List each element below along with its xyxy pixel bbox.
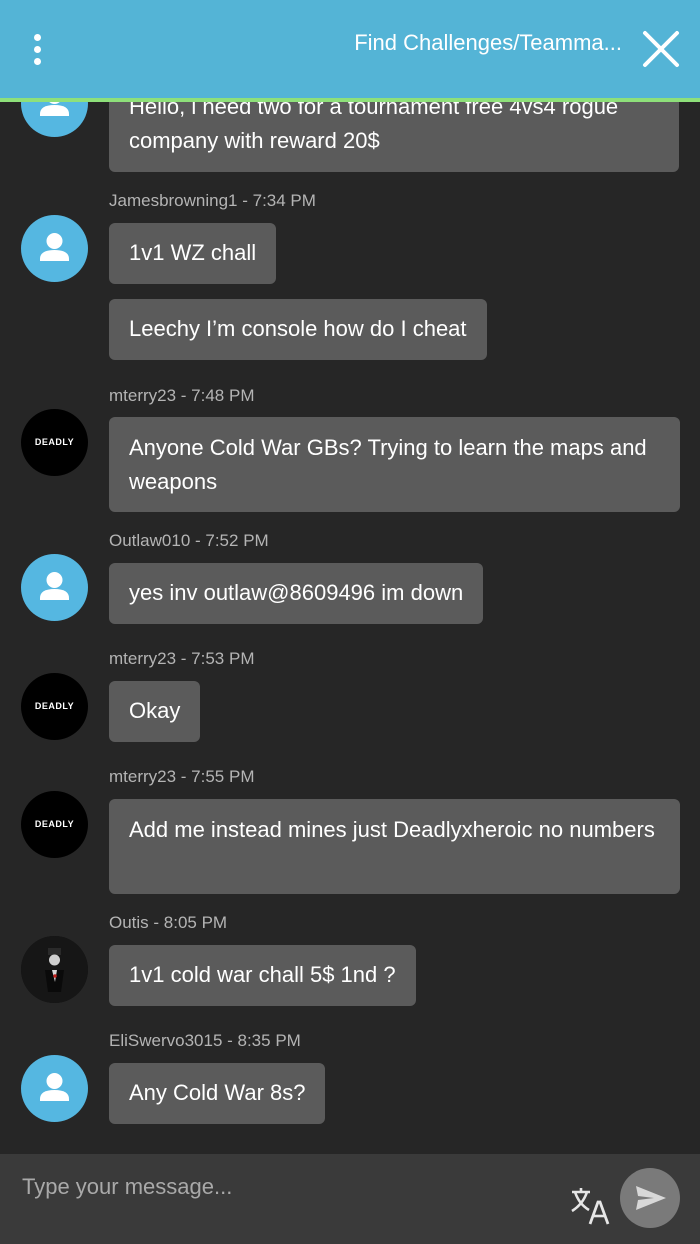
message-bubble[interactable]: yes inv outlaw@8609496 im down (109, 563, 484, 624)
message-bubble[interactable]: Leechy I’m console how do I cheat (109, 299, 487, 360)
message-bubble[interactable]: 1v1 cold war chall 5$ 1nd ? (109, 945, 416, 1006)
user-avatar[interactable]: DEADLY (21, 673, 88, 740)
message-bubble[interactable]: Okay (109, 681, 201, 742)
more-vertical-icon[interactable] (26, 32, 50, 68)
message-author-time: mterry23 - 7:55 PM (109, 767, 255, 786)
message-bubble[interactable]: Add me instead mines just Deadlyxheroic … (109, 799, 680, 894)
person-icon (40, 233, 69, 261)
person-icon (40, 572, 69, 600)
user-avatar[interactable] (21, 936, 88, 1003)
user-avatar[interactable] (21, 554, 88, 621)
person-icon (40, 1073, 69, 1101)
translate-icon[interactable] (568, 1186, 612, 1226)
message-list[interactable]: Hello, i need two for a tournament free … (0, 0, 700, 1154)
avatar-logo-text: DEADLY (34, 701, 75, 711)
message-author-time: Outis - 8:05 PM (109, 913, 228, 932)
send-icon (636, 1186, 666, 1210)
avatar-logo-text: DEADLY (34, 437, 75, 447)
message-author-time: EliSwervo3015 - 8:35 PM (109, 1031, 301, 1050)
app-header: Find Challenges/Teamma... (0, 0, 700, 102)
user-avatar[interactable]: DEADLY (21, 791, 88, 858)
send-button[interactable] (620, 1168, 680, 1228)
message-bubble[interactable]: Any Cold War 8s? (109, 1063, 326, 1124)
message-author-time: mterry23 - 7:48 PM (109, 386, 255, 405)
user-avatar[interactable] (21, 1055, 88, 1122)
message-bubble[interactable]: Anyone Cold War GBs? Trying to learn the… (109, 417, 680, 512)
user-avatar[interactable]: DEADLY (21, 409, 88, 476)
page-title: Find Challenges/Teamma... (354, 30, 622, 55)
message-author-time: mterry23 - 7:53 PM (109, 649, 255, 668)
message-author-time: Jamesbrowning1 - 7:34 PM (109, 191, 316, 210)
avatar-logo-text: DEADLY (34, 819, 75, 829)
message-author-time: Outlaw010 - 7:52 PM (109, 531, 269, 550)
joker-avatar-icon (21, 936, 88, 1003)
message-bubble[interactable]: 1v1 WZ chall (109, 223, 277, 284)
message-input[interactable] (20, 1166, 544, 1208)
close-icon[interactable] (642, 30, 680, 68)
user-avatar[interactable] (21, 215, 88, 282)
